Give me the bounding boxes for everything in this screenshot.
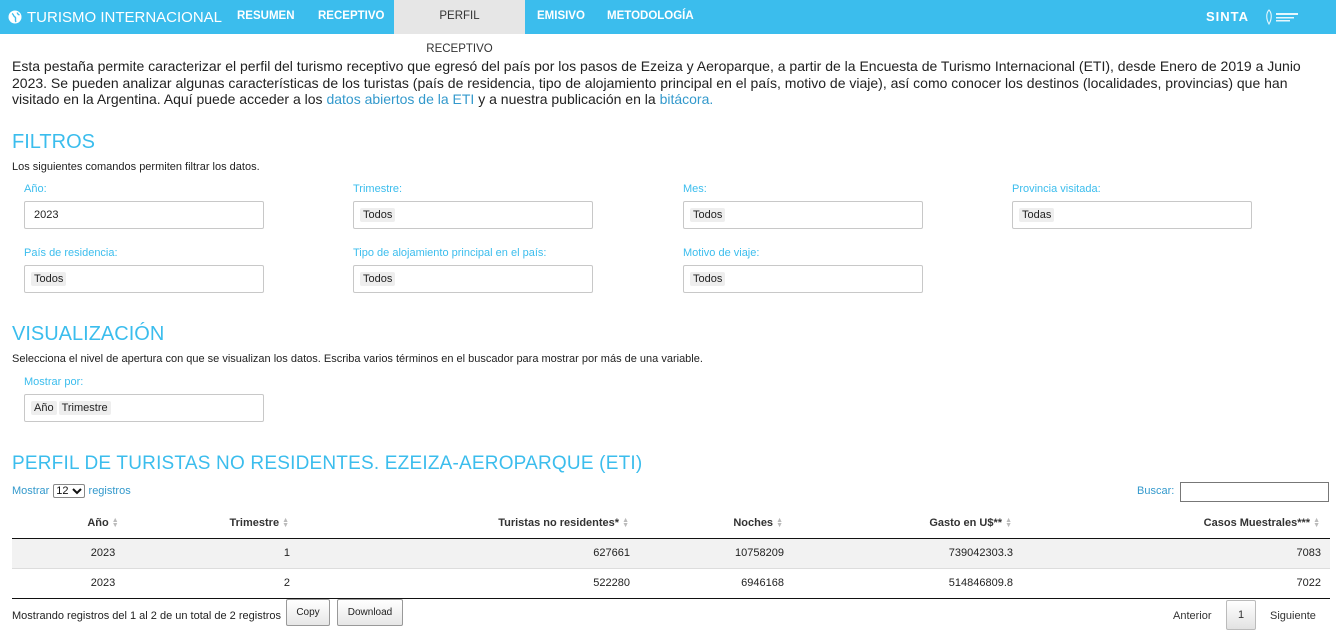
download-button[interactable]: Download xyxy=(337,599,403,626)
table-cell: 627661 xyxy=(299,537,639,568)
residence-filter-chip[interactable]: Todos xyxy=(31,272,67,286)
column-header-year[interactable]: Año ▲ ▼ xyxy=(12,508,194,539)
previous-page-button[interactable]: Anterior xyxy=(1173,610,1212,622)
sort-icon: ▲ ▼ xyxy=(1005,516,1012,529)
show-by-chip-year[interactable]: Año xyxy=(31,401,57,415)
show-by-select[interactable]: Año Trimestre xyxy=(24,394,264,422)
show-by-label: Mostrar por: xyxy=(24,376,84,388)
page-length-value: 12 xyxy=(56,485,69,497)
table-cell: 2023 xyxy=(12,537,194,568)
month-filter-label: Mes: xyxy=(683,183,707,195)
column-header-quarter[interactable]: Trimestre ▲ ▼ xyxy=(194,508,299,539)
month-filter-select[interactable]: Todos xyxy=(683,201,923,229)
column-header-label: Turistas no residentes* xyxy=(498,516,620,529)
visualizacion-subtitle: Selecciona el nivel de apertura con que … xyxy=(12,353,703,365)
visualizacion-title: VISUALIZACIÓN xyxy=(12,323,165,345)
copy-button[interactable]: Copy xyxy=(286,599,330,626)
table-cell: 514846809.8 xyxy=(793,567,1022,599)
table-cell: 10758209 xyxy=(639,537,793,568)
province-filter-label: Provincia visitada: xyxy=(1012,183,1101,195)
tab-perfil-receptivo[interactable]: PERFIL RECEPTIVO xyxy=(394,0,525,55)
travel-reason-filter-chip[interactable]: Todos xyxy=(690,272,726,286)
sort-icon: ▲ ▼ xyxy=(776,516,783,529)
table-info: Mostrando registros del 1 al 2 de un tot… xyxy=(12,610,282,622)
tab-metodologia[interactable]: METODOLOGÍA xyxy=(595,0,706,34)
sort-icon: ▲ ▼ xyxy=(282,516,289,529)
table-cell: 1 xyxy=(194,537,299,568)
column-header-label: Casos Muestrales*** xyxy=(1203,516,1311,529)
government-logo-icon xyxy=(1266,9,1298,25)
column-header-label: Gasto en U$** xyxy=(929,516,1003,529)
column-header-nights[interactable]: Noches ▲ ▼ xyxy=(639,508,793,539)
show-by-chip-quarter[interactable]: Trimestre xyxy=(58,401,111,415)
brand-title: TURISMO INTERNACIONAL xyxy=(27,8,223,26)
table-cell: 7022 xyxy=(1022,567,1330,599)
residence-filter-label: País de residencia: xyxy=(24,247,118,259)
table-title: PERFIL DE TURISTAS NO RESIDENTES. EZEIZA… xyxy=(12,453,643,474)
sort-icon: ▲ ▼ xyxy=(111,516,119,529)
residence-filter-select[interactable]: Todos xyxy=(24,265,264,293)
page-length-select[interactable]: 12 xyxy=(53,484,85,498)
filtros-subtitle: Los siguientes comandos permiten filtrar… xyxy=(12,161,260,173)
table-cell: 739042303.3 xyxy=(793,537,1022,568)
intro-body-middle: y a nuestra publicación en la xyxy=(474,91,660,107)
column-header-label: Año xyxy=(87,516,109,529)
sort-icon: ▲ ▼ xyxy=(1313,516,1320,529)
quarter-filter-select[interactable]: Todos xyxy=(353,201,593,229)
data-table: Año ▲ ▼ Trimestre ▲ ▼ Turistas no residentes… xyxy=(12,508,1330,599)
sinta-logo[interactable]: SINTA xyxy=(1206,0,1249,34)
page-length-control: Mostrar 12 registros xyxy=(12,484,131,498)
tab-emisivo[interactable]: EMISIVO xyxy=(525,0,597,34)
column-header-sample-cases[interactable]: Casos Muestrales*** ▲ ▼ xyxy=(1022,508,1330,539)
sort-icon: ▲ ▼ xyxy=(622,516,629,529)
column-header-label: Trimestre xyxy=(229,516,280,529)
column-header-label: Noches xyxy=(733,516,774,529)
brand[interactable]: TURISMO INTERNACIONAL xyxy=(8,0,222,34)
table-cell: 2 xyxy=(194,567,299,599)
datos-abiertos-link[interactable]: datos abiertos de la ETI xyxy=(326,91,474,107)
quarter-filter-label: Trimestre: xyxy=(353,183,403,195)
show-label: Mostrar xyxy=(12,485,50,497)
province-filter-select[interactable]: Todas xyxy=(1012,201,1252,229)
table-row: 2023 2 522280 6946168 514846809.8 7022 xyxy=(12,567,1330,599)
year-filter-label: Año: xyxy=(24,183,47,195)
table-cell: 7083 xyxy=(1022,537,1330,568)
year-filter-select[interactable]: 2023 xyxy=(24,201,264,229)
bitacora-link[interactable]: bitácora. xyxy=(660,91,714,107)
search-input[interactable] xyxy=(1180,482,1329,502)
table-row: 2023 1 627661 10758209 739042303.3 7083 xyxy=(12,537,1330,568)
tab-receptivo[interactable]: RECEPTIVO xyxy=(306,0,396,34)
column-header-spend[interactable]: Gasto en U$** ▲ ▼ xyxy=(793,508,1022,539)
year-filter-value: 2023 xyxy=(34,209,59,221)
table-cell: 522280 xyxy=(299,567,639,599)
table-header-row: Año ▲ ▼ Trimestre ▲ ▼ Turistas no residentes… xyxy=(12,508,1330,539)
records-label: registros xyxy=(88,485,131,497)
intro-text: Esta pestaña permite caracterizar el per… xyxy=(12,58,1324,108)
top-navbar: TURISMO INTERNACIONAL RESUMEN RECEPTIVO … xyxy=(0,0,1336,55)
globe-icon xyxy=(8,10,22,24)
next-page-button[interactable]: Siguiente xyxy=(1270,610,1316,622)
quarter-filter-chip[interactable]: Todos xyxy=(360,208,396,222)
province-filter-chip[interactable]: Todas xyxy=(1019,208,1055,222)
tab-resumen[interactable]: RESUMEN xyxy=(225,0,307,34)
column-header-tourists[interactable]: Turistas no residentes* ▲ ▼ xyxy=(299,508,639,539)
lodging-filter-label: Tipo de alojamiento principal en el país… xyxy=(353,247,547,259)
current-page-button[interactable]: 1 xyxy=(1226,600,1256,630)
table-cell: 2023 xyxy=(12,567,194,599)
filtros-title: FILTROS xyxy=(12,131,95,153)
chevron-down-icon xyxy=(71,488,82,495)
lodging-filter-select[interactable]: Todos xyxy=(353,265,593,293)
search-label: Buscar: xyxy=(1137,485,1175,497)
month-filter-chip[interactable]: Todos xyxy=(690,208,726,222)
table-cell: 6946168 xyxy=(639,567,793,599)
travel-reason-filter-select[interactable]: Todos xyxy=(683,265,923,293)
travel-reason-filter-label: Motivo de viaje: xyxy=(683,247,760,259)
lodging-filter-chip[interactable]: Todos xyxy=(360,272,396,286)
